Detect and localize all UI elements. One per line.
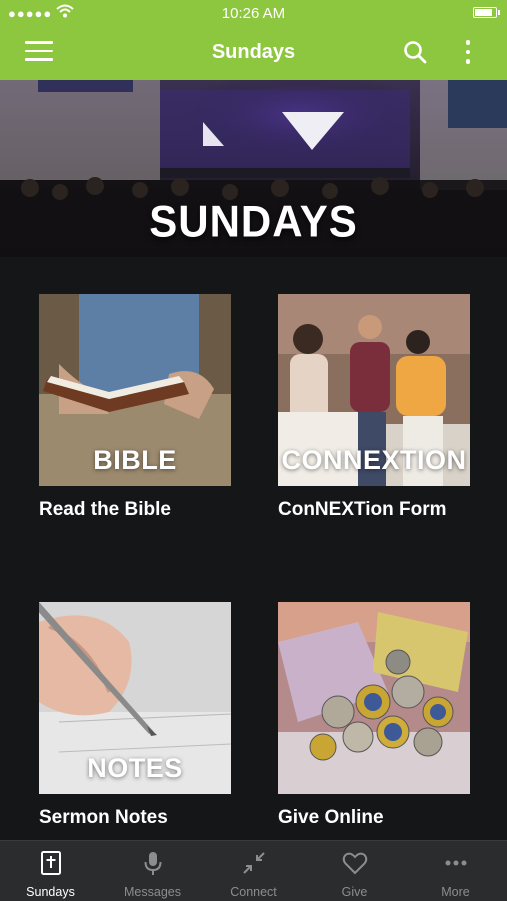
hero-title: SUNDAYS <box>149 196 358 247</box>
tab-label: Connect <box>230 885 277 899</box>
tile-give-online[interactable]: Give Online <box>278 602 470 829</box>
heart-icon <box>342 852 367 875</box>
connect-arrows-icon <box>242 852 265 874</box>
tab-label: Messages <box>124 885 181 899</box>
microphone-icon <box>144 852 161 875</box>
tile-read-the-bible[interactable]: BIBLE Read the Bible <box>39 294 231 521</box>
search-icon[interactable] <box>403 40 427 64</box>
ellipsis-icon <box>445 860 466 866</box>
tab-give[interactable]: Give <box>304 841 405 901</box>
tab-label: More <box>441 885 470 899</box>
connextion-image: CONNEXTION <box>278 294 470 486</box>
tab-sundays[interactable]: Sundays <box>0 841 101 901</box>
bible-image: BIBLE <box>39 294 231 486</box>
status-bar: ●●●●● 10:26 AM <box>0 0 507 28</box>
bible-icon <box>40 851 61 875</box>
overflow-menu-icon[interactable] <box>460 40 476 66</box>
tile-sermon-notes[interactable]: NOTES Sermon Notes <box>39 602 231 829</box>
tile-caption: Sermon Notes <box>39 807 168 828</box>
tile-caption: Read the Bible <box>39 499 171 520</box>
give-image <box>278 602 470 794</box>
tile-image-text: BIBLE <box>93 445 177 475</box>
tile-image-text: CONNEXTION <box>281 445 467 475</box>
tile-caption: Give Online <box>278 807 384 828</box>
top-bar: ●●●●● 10:26 AM Sundays <box>0 0 507 80</box>
tile-caption: ConNEXTion Form <box>278 499 447 520</box>
tile-connextion-form[interactable]: CONNEXTION ConNEXTion Form <box>278 294 470 521</box>
tab-more[interactable]: More <box>405 841 506 901</box>
tab-connect[interactable]: Connect <box>203 841 304 901</box>
nav-bar: Sundays <box>0 28 507 78</box>
notes-image: NOTES <box>39 602 231 794</box>
tab-label: Give <box>341 885 368 899</box>
tab-bar: Sundays Messages Connect Give More <box>0 840 507 901</box>
tab-messages[interactable]: Messages <box>102 841 203 901</box>
page-title: Sundays <box>211 41 296 63</box>
battery-icon <box>473 7 500 18</box>
tile-image-text: NOTES <box>87 753 183 783</box>
tab-label: Sundays <box>26 885 75 899</box>
status-time: 10:26 AM <box>221 5 286 22</box>
hero-banner: SUNDAYS <box>0 80 507 257</box>
